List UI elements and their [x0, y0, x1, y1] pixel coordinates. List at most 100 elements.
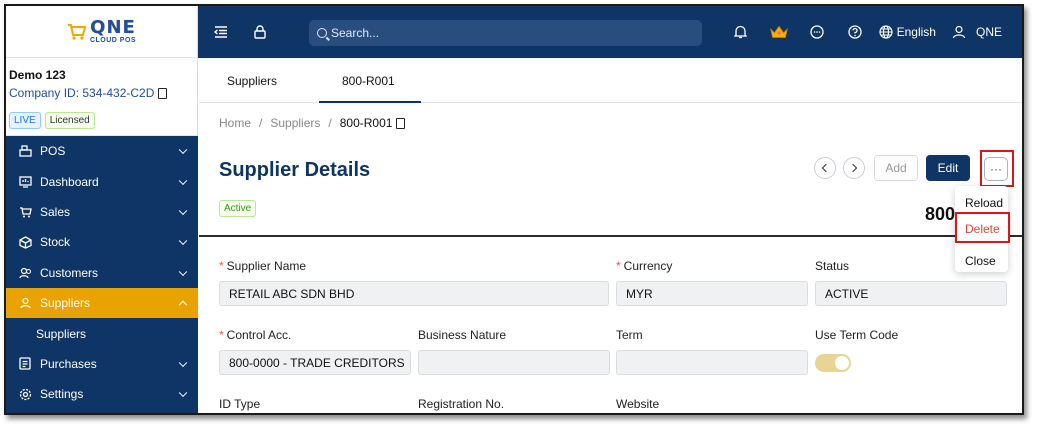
help-icon[interactable]	[845, 22, 865, 42]
chevron-down-icon	[178, 206, 188, 216]
copy-icon[interactable]	[396, 117, 406, 129]
breadcrumb-suppliers[interactable]: Suppliers	[270, 116, 320, 130]
status-label: Status	[815, 259, 850, 273]
status-field[interactable]: ACTIVE	[815, 281, 1007, 306]
licensed-badge: Licensed	[44, 112, 95, 129]
purchases-icon	[18, 357, 32, 371]
sidebar-subitem-suppliers[interactable]: Suppliers	[6, 318, 198, 349]
company-id: Company ID: 534-432-C2D	[9, 86, 155, 100]
highlight-box-more	[980, 150, 1014, 187]
company-id-row: Company ID: 534-432-C2D	[9, 86, 197, 100]
business-nature-label: Business Nature	[418, 328, 507, 342]
chevron-down-icon	[178, 388, 188, 398]
currency-field[interactable]: MYR	[616, 281, 808, 306]
sidebar-item-suppliers[interactable]: Suppliers	[6, 287, 198, 319]
breadcrumb-current: 800-R001	[339, 116, 393, 130]
sidebar-item-purchases[interactable]: Purchases	[6, 349, 198, 379]
chevron-down-icon	[178, 358, 188, 367]
label-text: Currency	[623, 259, 673, 273]
edit-button[interactable]: Edit	[926, 155, 970, 181]
bell-icon[interactable]	[731, 22, 751, 42]
breadcrumb: Home / Suppliers / 800-R001	[219, 116, 406, 130]
company-panel: Demo 123 Company ID: 534-432-C2D LIVE Li…	[6, 58, 197, 136]
tab-suppliers[interactable]: Suppliers	[227, 74, 277, 88]
label-text: Supplier Name	[226, 259, 307, 273]
app-window: QNE CLOUD POS Demo 123 Company ID: 534-4…	[4, 4, 1024, 415]
required-mark: *	[219, 328, 224, 342]
active-tab-indicator	[319, 101, 421, 103]
previous-record-button[interactable]	[814, 157, 836, 179]
user-name: QNE	[975, 25, 1002, 39]
tab-800-r001[interactable]: 800-R001	[342, 74, 395, 88]
menu-item-close[interactable]: Close	[965, 254, 996, 268]
language-label: English	[896, 25, 936, 39]
suppliers-icon	[18, 296, 32, 310]
sidebar-item-settings[interactable]: Settings	[6, 379, 198, 409]
use-term-code-toggle[interactable]	[815, 354, 851, 372]
sidebar-item-label: Sales	[40, 204, 71, 219]
website-label: Website	[616, 397, 660, 411]
label-text: Control Acc.	[226, 328, 292, 342]
required-mark: *	[219, 259, 224, 273]
company-name: Demo 123	[9, 68, 66, 82]
lock-icon[interactable]	[250, 22, 270, 42]
top-bar: Search... English QNE	[198, 6, 1022, 58]
term-field[interactable]	[616, 350, 808, 375]
chevron-up-icon	[178, 300, 188, 310]
pos-icon	[18, 144, 32, 158]
logo-sub-text: CLOUD POS	[89, 37, 137, 44]
search-placeholder: Search...	[331, 26, 380, 40]
chevron-down-icon	[178, 176, 188, 185]
id-type-label: ID Type	[219, 397, 261, 411]
customers-icon	[18, 266, 32, 280]
breadcrumb-separator: /	[328, 116, 332, 130]
sidebar-item-dashboard[interactable]: Dashboard	[6, 166, 198, 196]
section-divider	[199, 235, 1022, 237]
term-label: Term	[616, 328, 643, 342]
settings-icon	[18, 387, 32, 401]
menu-item-reload[interactable]: Reload	[965, 196, 1003, 210]
crown-icon[interactable]	[769, 22, 789, 42]
page-title: Supplier Details	[219, 159, 371, 181]
supplier-name-label: * Supplier Name	[219, 259, 306, 273]
business-nature-field[interactable]	[418, 350, 610, 375]
sidebar-item-customers[interactable]: Customers	[6, 258, 198, 288]
sales-icon	[18, 205, 32, 219]
logo-main-text: QNE	[90, 17, 136, 38]
sidebar-item-label: Purchases	[40, 356, 97, 371]
use-term-code-label: Use Term Code	[815, 328, 899, 342]
user-menu[interactable]: QNE	[952, 25, 1002, 39]
logo-area[interactable]: QNE CLOUD POS	[6, 6, 197, 58]
add-button[interactable]: Add	[874, 155, 918, 181]
chevron-down-icon	[178, 236, 188, 246]
breadcrumb-home[interactable]: Home	[219, 116, 251, 130]
sidebar-item-sales[interactable]: Sales	[6, 197, 198, 227]
stock-icon	[18, 235, 32, 249]
search-input[interactable]: Search...	[309, 20, 702, 46]
sidebar-item-label: Stock	[40, 235, 71, 250]
sidebar-item-pos[interactable]: POS	[6, 136, 198, 166]
next-record-button[interactable]	[843, 157, 865, 179]
search-icon	[317, 28, 327, 38]
globe-icon	[879, 25, 893, 39]
tab-bar: Suppliers 800-R001	[199, 58, 1022, 103]
supplier-name-field[interactable]: RETAIL ABC SDN BHD	[219, 281, 609, 306]
copy-icon[interactable]	[158, 87, 168, 99]
registration-no-label: Registration No.	[418, 397, 505, 411]
status-badge: Active	[219, 200, 257, 217]
sidebar-nav: POS Dashboard Sales Stock Customers Supp…	[6, 136, 198, 413]
language-selector[interactable]: English	[879, 25, 936, 39]
breadcrumb-separator: /	[259, 116, 263, 130]
highlight-box-delete	[955, 212, 1010, 243]
sidebar-item-label: Customers	[40, 265, 99, 280]
qne-logo: QNE CLOUD POS	[67, 19, 136, 44]
required-mark: *	[616, 259, 621, 273]
user-icon	[952, 25, 966, 39]
sidebar-item-stock[interactable]: Stock	[6, 227, 198, 257]
sidebar-item-label: Suppliers	[40, 296, 91, 311]
menu-collapse-icon[interactable]	[211, 22, 231, 42]
chat-icon[interactable]	[807, 22, 827, 42]
control-acc-field[interactable]: 800-0000 - TRADE CREDITORS	[219, 350, 411, 375]
record-code: 800	[925, 204, 956, 224]
dashboard-icon	[18, 175, 32, 189]
